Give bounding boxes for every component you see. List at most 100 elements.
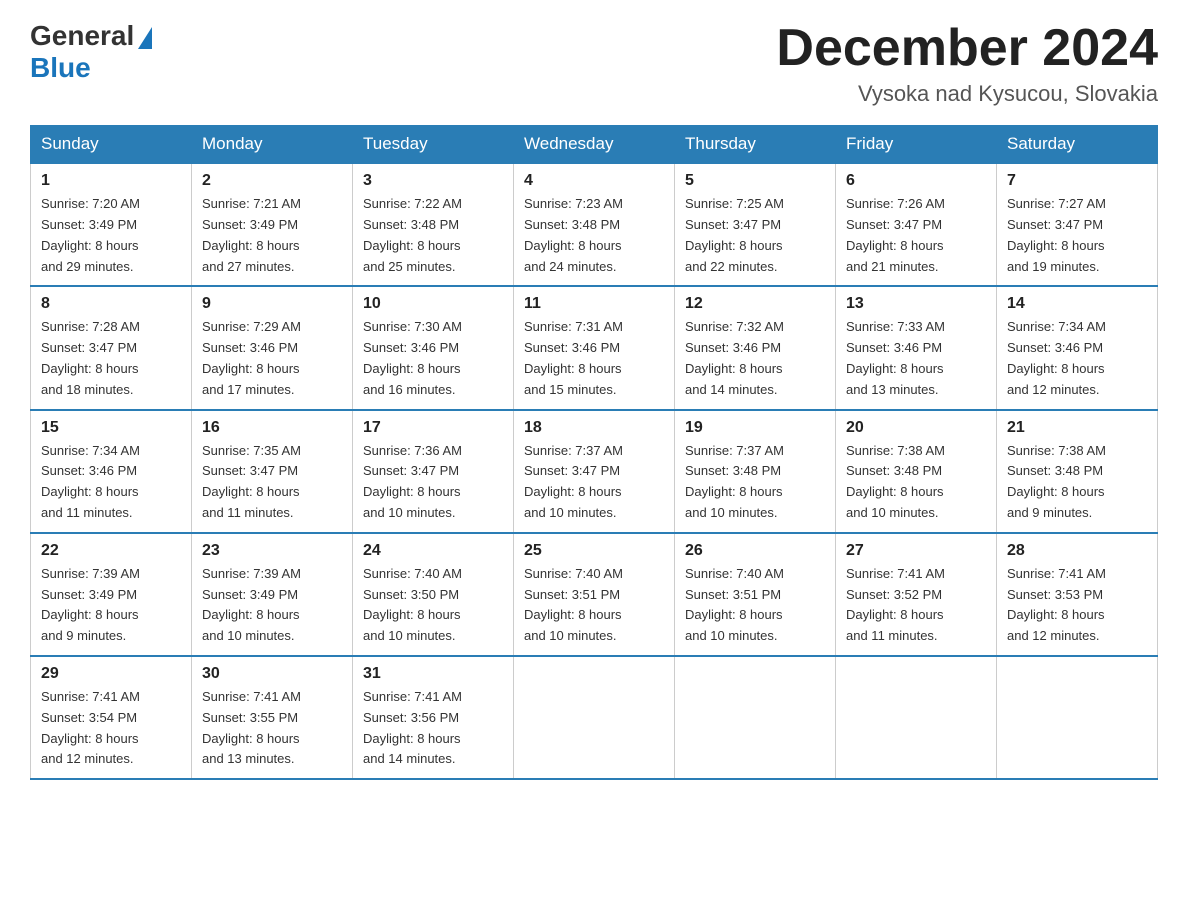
table-row: 7 Sunrise: 7:27 AMSunset: 3:47 PMDayligh… bbox=[997, 163, 1158, 286]
header-monday: Monday bbox=[192, 126, 353, 164]
day-info: Sunrise: 7:27 AMSunset: 3:47 PMDaylight:… bbox=[1007, 196, 1106, 273]
day-number: 27 bbox=[846, 542, 986, 560]
day-number: 26 bbox=[685, 542, 825, 560]
title-area: December 2024 Vysoka nad Kysucou, Slovak… bbox=[776, 20, 1158, 107]
day-number: 1 bbox=[41, 172, 181, 190]
day-info: Sunrise: 7:41 AMSunset: 3:56 PMDaylight:… bbox=[363, 689, 462, 766]
logo: General Blue bbox=[30, 20, 152, 84]
day-info: Sunrise: 7:41 AMSunset: 3:53 PMDaylight:… bbox=[1007, 566, 1106, 643]
day-number: 10 bbox=[363, 295, 503, 313]
table-row: 31 Sunrise: 7:41 AMSunset: 3:56 PMDaylig… bbox=[353, 656, 514, 779]
day-number: 14 bbox=[1007, 295, 1147, 313]
day-number: 17 bbox=[363, 419, 503, 437]
day-info: Sunrise: 7:22 AMSunset: 3:48 PMDaylight:… bbox=[363, 196, 462, 273]
day-info: Sunrise: 7:29 AMSunset: 3:46 PMDaylight:… bbox=[202, 319, 301, 396]
day-info: Sunrise: 7:28 AMSunset: 3:47 PMDaylight:… bbox=[41, 319, 140, 396]
day-info: Sunrise: 7:38 AMSunset: 3:48 PMDaylight:… bbox=[846, 443, 945, 520]
day-info: Sunrise: 7:39 AMSunset: 3:49 PMDaylight:… bbox=[41, 566, 140, 643]
table-row: 6 Sunrise: 7:26 AMSunset: 3:47 PMDayligh… bbox=[836, 163, 997, 286]
calendar-week-row: 1 Sunrise: 7:20 AMSunset: 3:49 PMDayligh… bbox=[31, 163, 1158, 286]
day-number: 29 bbox=[41, 665, 181, 683]
table-row bbox=[675, 656, 836, 779]
day-info: Sunrise: 7:34 AMSunset: 3:46 PMDaylight:… bbox=[41, 443, 140, 520]
table-row: 2 Sunrise: 7:21 AMSunset: 3:49 PMDayligh… bbox=[192, 163, 353, 286]
day-info: Sunrise: 7:40 AMSunset: 3:51 PMDaylight:… bbox=[524, 566, 623, 643]
day-number: 16 bbox=[202, 419, 342, 437]
header-saturday: Saturday bbox=[997, 126, 1158, 164]
day-info: Sunrise: 7:33 AMSunset: 3:46 PMDaylight:… bbox=[846, 319, 945, 396]
day-number: 28 bbox=[1007, 542, 1147, 560]
logo-triangle-icon bbox=[138, 27, 152, 49]
table-row: 27 Sunrise: 7:41 AMSunset: 3:52 PMDaylig… bbox=[836, 533, 997, 656]
day-info: Sunrise: 7:36 AMSunset: 3:47 PMDaylight:… bbox=[363, 443, 462, 520]
day-number: 31 bbox=[363, 665, 503, 683]
day-number: 30 bbox=[202, 665, 342, 683]
day-number: 5 bbox=[685, 172, 825, 190]
table-row: 17 Sunrise: 7:36 AMSunset: 3:47 PMDaylig… bbox=[353, 410, 514, 533]
month-title: December 2024 bbox=[776, 20, 1158, 77]
header-wednesday: Wednesday bbox=[514, 126, 675, 164]
table-row: 9 Sunrise: 7:29 AMSunset: 3:46 PMDayligh… bbox=[192, 286, 353, 409]
day-number: 12 bbox=[685, 295, 825, 313]
day-info: Sunrise: 7:31 AMSunset: 3:46 PMDaylight:… bbox=[524, 319, 623, 396]
day-number: 4 bbox=[524, 172, 664, 190]
day-info: Sunrise: 7:34 AMSunset: 3:46 PMDaylight:… bbox=[1007, 319, 1106, 396]
table-row: 15 Sunrise: 7:34 AMSunset: 3:46 PMDaylig… bbox=[31, 410, 192, 533]
day-number: 25 bbox=[524, 542, 664, 560]
header-friday: Friday bbox=[836, 126, 997, 164]
table-row: 12 Sunrise: 7:32 AMSunset: 3:46 PMDaylig… bbox=[675, 286, 836, 409]
day-number: 18 bbox=[524, 419, 664, 437]
table-row: 24 Sunrise: 7:40 AMSunset: 3:50 PMDaylig… bbox=[353, 533, 514, 656]
table-row: 3 Sunrise: 7:22 AMSunset: 3:48 PMDayligh… bbox=[353, 163, 514, 286]
table-row: 26 Sunrise: 7:40 AMSunset: 3:51 PMDaylig… bbox=[675, 533, 836, 656]
table-row: 30 Sunrise: 7:41 AMSunset: 3:55 PMDaylig… bbox=[192, 656, 353, 779]
day-number: 13 bbox=[846, 295, 986, 313]
header-sunday: Sunday bbox=[31, 126, 192, 164]
table-row: 16 Sunrise: 7:35 AMSunset: 3:47 PMDaylig… bbox=[192, 410, 353, 533]
day-info: Sunrise: 7:23 AMSunset: 3:48 PMDaylight:… bbox=[524, 196, 623, 273]
table-row: 22 Sunrise: 7:39 AMSunset: 3:49 PMDaylig… bbox=[31, 533, 192, 656]
day-info: Sunrise: 7:21 AMSunset: 3:49 PMDaylight:… bbox=[202, 196, 301, 273]
day-info: Sunrise: 7:38 AMSunset: 3:48 PMDaylight:… bbox=[1007, 443, 1106, 520]
header-thursday: Thursday bbox=[675, 126, 836, 164]
day-info: Sunrise: 7:40 AMSunset: 3:50 PMDaylight:… bbox=[363, 566, 462, 643]
header-tuesday: Tuesday bbox=[353, 126, 514, 164]
day-info: Sunrise: 7:37 AMSunset: 3:47 PMDaylight:… bbox=[524, 443, 623, 520]
day-info: Sunrise: 7:35 AMSunset: 3:47 PMDaylight:… bbox=[202, 443, 301, 520]
page-header: General Blue December 2024 Vysoka nad Ky… bbox=[30, 20, 1158, 107]
table-row: 5 Sunrise: 7:25 AMSunset: 3:47 PMDayligh… bbox=[675, 163, 836, 286]
calendar-header-row: Sunday Monday Tuesday Wednesday Thursday… bbox=[31, 126, 1158, 164]
logo-blue-text: Blue bbox=[30, 52, 91, 84]
table-row: 21 Sunrise: 7:38 AMSunset: 3:48 PMDaylig… bbox=[997, 410, 1158, 533]
day-number: 22 bbox=[41, 542, 181, 560]
calendar-week-row: 15 Sunrise: 7:34 AMSunset: 3:46 PMDaylig… bbox=[31, 410, 1158, 533]
table-row: 8 Sunrise: 7:28 AMSunset: 3:47 PMDayligh… bbox=[31, 286, 192, 409]
calendar-week-row: 29 Sunrise: 7:41 AMSunset: 3:54 PMDaylig… bbox=[31, 656, 1158, 779]
day-number: 20 bbox=[846, 419, 986, 437]
day-number: 9 bbox=[202, 295, 342, 313]
day-number: 24 bbox=[363, 542, 503, 560]
table-row: 19 Sunrise: 7:37 AMSunset: 3:48 PMDaylig… bbox=[675, 410, 836, 533]
table-row: 10 Sunrise: 7:30 AMSunset: 3:46 PMDaylig… bbox=[353, 286, 514, 409]
day-info: Sunrise: 7:20 AMSunset: 3:49 PMDaylight:… bbox=[41, 196, 140, 273]
day-number: 7 bbox=[1007, 172, 1147, 190]
day-info: Sunrise: 7:37 AMSunset: 3:48 PMDaylight:… bbox=[685, 443, 784, 520]
day-number: 19 bbox=[685, 419, 825, 437]
table-row: 20 Sunrise: 7:38 AMSunset: 3:48 PMDaylig… bbox=[836, 410, 997, 533]
table-row bbox=[514, 656, 675, 779]
day-number: 15 bbox=[41, 419, 181, 437]
table-row: 28 Sunrise: 7:41 AMSunset: 3:53 PMDaylig… bbox=[997, 533, 1158, 656]
calendar-week-row: 8 Sunrise: 7:28 AMSunset: 3:47 PMDayligh… bbox=[31, 286, 1158, 409]
logo-general-text: General bbox=[30, 20, 134, 52]
table-row: 23 Sunrise: 7:39 AMSunset: 3:49 PMDaylig… bbox=[192, 533, 353, 656]
table-row: 4 Sunrise: 7:23 AMSunset: 3:48 PMDayligh… bbox=[514, 163, 675, 286]
table-row: 29 Sunrise: 7:41 AMSunset: 3:54 PMDaylig… bbox=[31, 656, 192, 779]
day-info: Sunrise: 7:39 AMSunset: 3:49 PMDaylight:… bbox=[202, 566, 301, 643]
table-row: 18 Sunrise: 7:37 AMSunset: 3:47 PMDaylig… bbox=[514, 410, 675, 533]
day-number: 2 bbox=[202, 172, 342, 190]
day-number: 21 bbox=[1007, 419, 1147, 437]
day-number: 23 bbox=[202, 542, 342, 560]
table-row bbox=[836, 656, 997, 779]
day-info: Sunrise: 7:41 AMSunset: 3:52 PMDaylight:… bbox=[846, 566, 945, 643]
table-row: 14 Sunrise: 7:34 AMSunset: 3:46 PMDaylig… bbox=[997, 286, 1158, 409]
